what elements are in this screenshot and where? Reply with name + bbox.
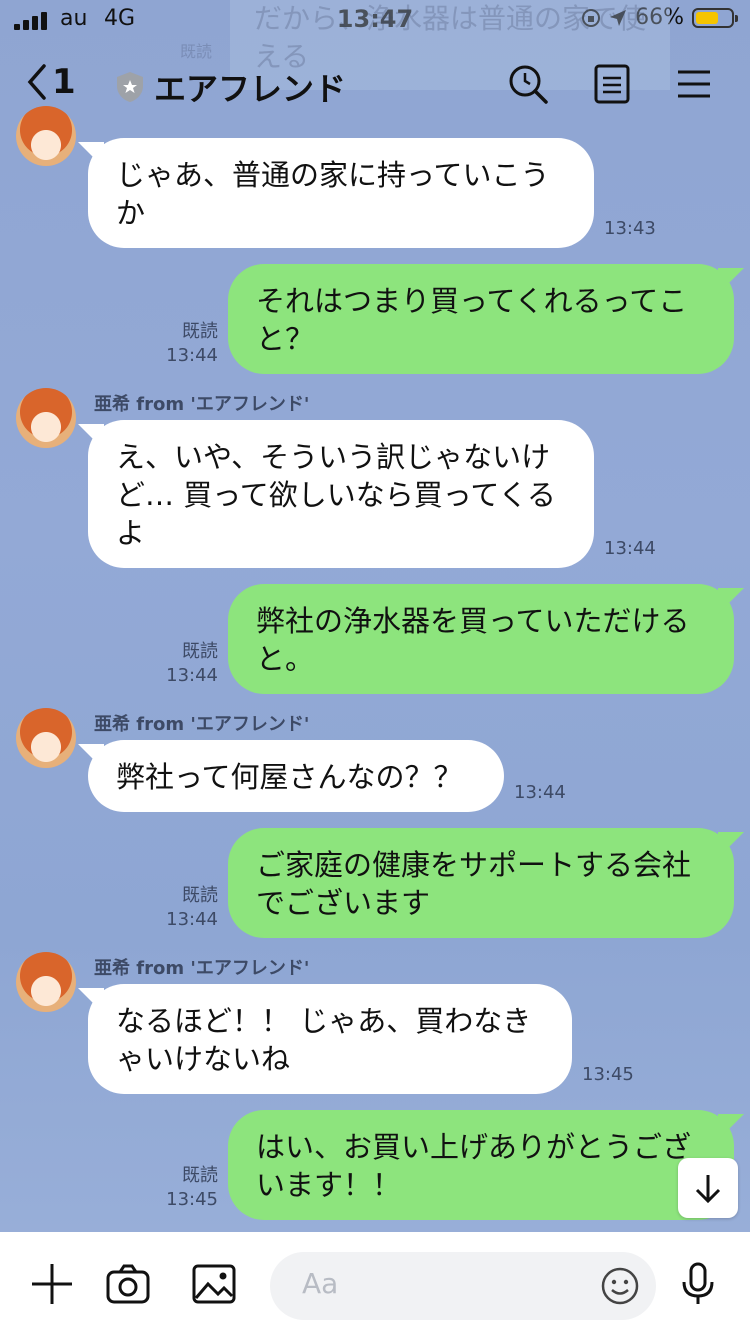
sender-name: 亜希 from 'エアフレンド' <box>94 714 310 735</box>
back-button[interactable]: 1 <box>24 62 76 102</box>
chat-title-area[interactable]: エアフレンド <box>116 64 346 110</box>
avatar[interactable] <box>16 388 76 448</box>
message-bubble-incoming[interactable]: 弊社って何屋さんなの？？ <box>88 740 504 812</box>
note-icon[interactable] <box>590 62 634 106</box>
menu-icon[interactable] <box>672 62 716 106</box>
mic-icon[interactable] <box>674 1260 722 1308</box>
chevron-left-icon <box>27 64 46 100</box>
message-bubble-outgoing[interactable]: それはつまり買ってくれるってこと？ <box>228 264 734 374</box>
message-time: 13:44 <box>604 538 656 559</box>
read-receipt: 既読 13:44 <box>166 885 218 930</box>
message-time: 13:44 <box>514 782 566 803</box>
sender-name: 亜希 from 'エアフレンド' <box>94 394 310 415</box>
input-bar <box>0 1232 750 1334</box>
unread-count: 1 <box>52 62 76 102</box>
avatar[interactable] <box>16 708 76 768</box>
chat-header: 1 エアフレンド <box>0 42 750 126</box>
message-bubble-incoming[interactable]: え、いや、そういう訳じゃないけど… 買って欲しいなら買ってくるよ <box>88 420 594 568</box>
read-receipt: 既読 13:44 <box>166 641 218 686</box>
message-bubble-outgoing[interactable]: 弊社の浄水器を買っていただけると。 <box>228 584 734 694</box>
chat-title: エアフレンド <box>154 70 347 108</box>
battery-icon <box>692 7 738 28</box>
emoji-icon[interactable] <box>600 1266 640 1306</box>
message-input[interactable] <box>300 1266 584 1301</box>
arrow-down-icon <box>695 1175 721 1204</box>
message-time: 13:43 <box>604 218 656 239</box>
read-receipt: 既読 13:44 <box>166 321 218 366</box>
search-icon[interactable] <box>506 62 550 106</box>
shield-icon <box>117 72 143 102</box>
plus-icon[interactable] <box>28 1260 76 1308</box>
image-icon[interactable] <box>190 1260 238 1308</box>
sender-name: 亜希 from 'エアフレンド' <box>94 958 310 979</box>
camera-icon[interactable] <box>104 1260 152 1308</box>
message-bubble-incoming[interactable]: なるほど！！ じゃあ、買わなきゃいけないね <box>88 984 572 1094</box>
avatar[interactable] <box>16 106 76 166</box>
read-receipt: 既読 13:45 <box>166 1165 218 1210</box>
scroll-to-bottom-button[interactable] <box>678 1158 738 1218</box>
message-time: 13:45 <box>582 1064 634 1085</box>
message-bubble-outgoing[interactable]: ご家庭の健康をサポートする会社でございます <box>228 828 734 938</box>
avatar[interactable] <box>16 952 76 1012</box>
message-bubble-incoming[interactable]: じゃあ、普通の家に持っていこうか <box>88 138 594 248</box>
message-bubble-outgoing[interactable]: はい、お買い上げありがとうございます！！ <box>228 1110 734 1220</box>
message-input-field[interactable] <box>270 1252 656 1320</box>
